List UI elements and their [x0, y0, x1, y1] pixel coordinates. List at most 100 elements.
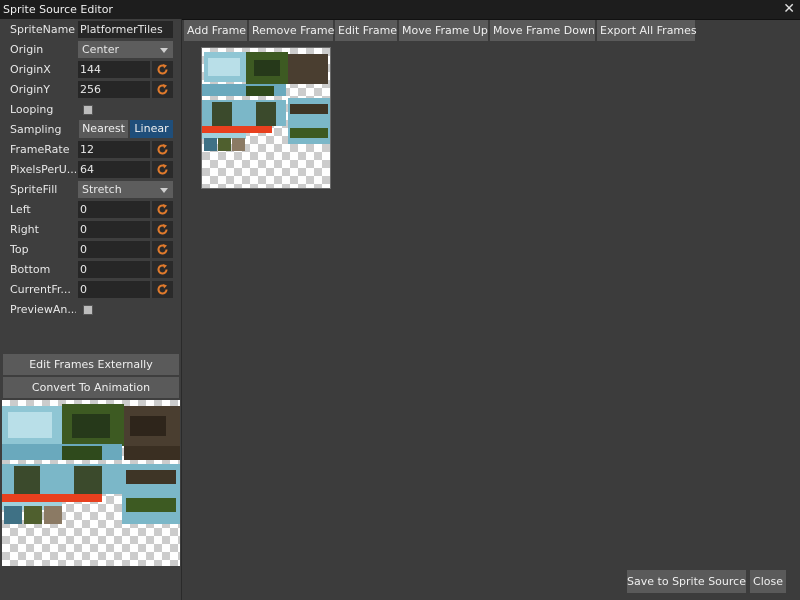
small-tile-2 — [218, 138, 231, 151]
sampling-linear-button[interactable]: Linear — [130, 120, 173, 138]
top-label: Top — [10, 243, 29, 256]
prop-origin-x: OriginX — [0, 60, 181, 80]
reset-arrow-icon[interactable] — [152, 61, 173, 78]
looping-checkbox[interactable] — [83, 105, 93, 115]
left-label: Left — [10, 203, 31, 216]
reset-arrow-icon[interactable] — [152, 161, 173, 178]
dirt-tile — [288, 54, 328, 84]
prop-origin-y: OriginY — [0, 80, 181, 100]
sprite-preview — [2, 400, 180, 566]
prop-origin: Origin Center — [0, 40, 181, 60]
dirt-tile-inner — [130, 416, 166, 436]
convert-to-animation-button[interactable]: Convert To Animation — [3, 377, 179, 398]
move-frame-down-button[interactable]: Move Frame Down — [490, 20, 595, 41]
origin-label: Origin — [10, 43, 44, 56]
move-frame-up-button[interactable]: Move Frame Up — [399, 20, 488, 41]
dirt-band — [290, 104, 328, 114]
current-frame-input[interactable] — [78, 281, 150, 298]
small-tile-3 — [232, 138, 245, 151]
grass-band — [290, 128, 328, 138]
dirt-strip — [124, 446, 180, 460]
current-frame-label: CurrentFr... — [10, 283, 71, 296]
export-all-frames-button[interactable]: Export All Frames — [597, 20, 697, 41]
sampling-label: Sampling — [10, 123, 62, 136]
bush-1 — [14, 466, 40, 494]
ice-tile-inner — [208, 58, 240, 76]
properties-panel: SpriteName Origin Center OriginX OriginY… — [0, 19, 182, 600]
prop-sprite-name: SpriteName — [0, 20, 181, 40]
prop-top: Top — [0, 240, 181, 260]
pixels-per-unit-input[interactable] — [78, 161, 150, 178]
origin-x-input[interactable] — [78, 61, 150, 78]
right-input[interactable] — [78, 221, 150, 238]
top-input[interactable] — [78, 241, 150, 258]
add-frame-button[interactable]: Add Frame — [184, 20, 247, 41]
grass-tile-inner — [72, 414, 110, 438]
close-button[interactable]: Close — [750, 570, 786, 593]
sprite-fill-value: Stretch — [82, 183, 122, 196]
edit-frame-button[interactable]: Edit Frame — [335, 20, 397, 41]
left-input[interactable] — [78, 201, 150, 218]
edit-frames-externally-button[interactable]: Edit Frames Externally — [3, 354, 179, 375]
small-tile-2 — [24, 506, 42, 524]
small-tile-1 — [204, 138, 217, 151]
prop-sprite-fill: SpriteFill Stretch — [0, 180, 181, 200]
prop-sampling: Sampling Nearest Linear — [0, 120, 181, 140]
frame-rate-input[interactable] — [78, 141, 150, 158]
sprite-name-label: SpriteName — [10, 23, 76, 36]
remove-frame-button[interactable]: Remove Frame — [249, 20, 334, 41]
lava-strip — [202, 126, 272, 133]
reset-arrow-icon[interactable] — [152, 201, 173, 218]
reset-arrow-icon[interactable] — [152, 281, 173, 298]
frame-rate-label: FrameRate — [10, 143, 70, 156]
prop-preview-animation: PreviewAn... — [0, 300, 181, 320]
lava-strip — [2, 494, 102, 502]
reset-arrow-icon[interactable] — [152, 141, 173, 158]
origin-x-label: OriginX — [10, 63, 51, 76]
small-tile-3 — [44, 506, 62, 524]
bush-1 — [212, 102, 232, 126]
sprite-fill-dropdown[interactable]: Stretch — [78, 181, 173, 198]
bush-2 — [74, 466, 102, 494]
prop-bottom: Bottom — [0, 260, 181, 280]
ice-tile-inner — [8, 412, 52, 438]
grass-band — [126, 498, 176, 512]
preview-animation-label: PreviewAn... — [10, 303, 76, 316]
prop-current-frame: CurrentFr... — [0, 280, 181, 300]
small-tile-1 — [4, 506, 22, 524]
chevron-down-icon — [160, 48, 168, 53]
origin-y-input[interactable] — [78, 81, 150, 98]
origin-y-label: OriginY — [10, 83, 50, 96]
origin-value: Center — [82, 43, 120, 56]
window-title: Sprite Source Editor — [3, 3, 113, 16]
right-label: Right — [10, 223, 39, 236]
save-to-sprite-source-button[interactable]: Save to Sprite Source — [627, 570, 746, 593]
prop-pixels-per-unit: PixelsPerU... — [0, 160, 181, 180]
chevron-down-icon — [160, 188, 168, 193]
prop-right: Right — [0, 220, 181, 240]
pixels-per-unit-label: PixelsPerU... — [10, 163, 76, 176]
sprite-fill-label: SpriteFill — [10, 183, 58, 196]
title-bar: Sprite Source Editor ✕ — [0, 0, 800, 20]
bottom-label: Bottom — [10, 263, 51, 276]
origin-dropdown[interactable]: Center — [78, 41, 173, 58]
bottom-input[interactable] — [78, 261, 150, 278]
dirt-band-1 — [126, 470, 176, 484]
reset-arrow-icon[interactable] — [152, 261, 173, 278]
prop-frame-rate: FrameRate — [0, 140, 181, 160]
grass-strip — [246, 86, 274, 96]
sprite-name-input[interactable] — [78, 21, 173, 38]
frame-thumbnail[interactable] — [201, 47, 331, 189]
close-icon[interactable]: ✕ — [783, 1, 795, 17]
looping-label: Looping — [10, 103, 54, 116]
grass-tile-inner — [254, 60, 280, 76]
preview-animation-checkbox[interactable] — [83, 305, 93, 315]
reset-arrow-icon[interactable] — [152, 241, 173, 258]
reset-arrow-icon[interactable] — [152, 81, 173, 98]
prop-looping: Looping — [0, 100, 181, 120]
grass-strip — [62, 446, 102, 460]
bush-2 — [256, 102, 276, 126]
reset-arrow-icon[interactable] — [152, 221, 173, 238]
sampling-nearest-button[interactable]: Nearest — [79, 120, 128, 138]
prop-left: Left — [0, 200, 181, 220]
